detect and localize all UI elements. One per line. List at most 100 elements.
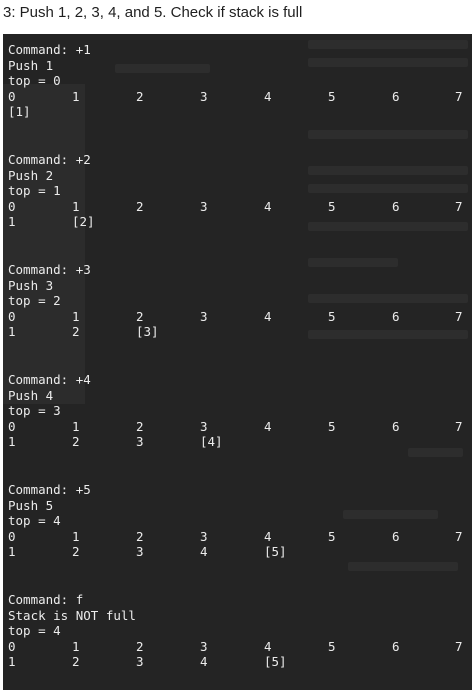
index-row-cell: 4 <box>264 88 272 104</box>
index-row-cell: 7 <box>455 88 463 104</box>
message-line: Push 3 <box>8 277 54 293</box>
stack-values-row-cell: [2] <box>72 214 95 229</box>
stack-values-row-cell: 2 <box>72 654 80 669</box>
stack-values-row-cell: 2 <box>72 324 80 339</box>
index-row-cell: 5 <box>328 198 336 214</box>
index-row-cell: 0 <box>8 308 16 324</box>
message-line: Push 1 <box>8 57 54 73</box>
index-row-cell: 1 <box>72 198 80 214</box>
ghost-text-line <box>308 130 468 139</box>
top-line: top = 4 <box>8 513 61 528</box>
stack-values-row: 1 2 3 4 [5] <box>8 654 472 670</box>
stack-values-row: 1 2 3 4 [5] <box>8 544 472 560</box>
index-row-cell: 6 <box>392 308 400 324</box>
message-line: Push 5 <box>8 497 54 513</box>
index-row-cell: 2 <box>136 418 144 434</box>
index-row-cell: 3 <box>200 418 208 434</box>
index-row-cell: 0 <box>8 198 16 214</box>
top-line: top = 0 <box>8 73 61 88</box>
stack-values-row-cell: 3 <box>136 544 144 559</box>
index-row-cell: 7 <box>455 198 463 214</box>
stack-values-row-cell: 4 <box>200 654 208 669</box>
index-row-cell: 5 <box>328 638 336 654</box>
index-row-cell: 0 <box>8 528 16 544</box>
index-row-cell: 2 <box>136 638 144 654</box>
index-row: 0 1 2 3 4 5 6 7 <box>8 309 472 325</box>
index-row: 0 1 2 3 4 5 6 7 <box>8 529 472 545</box>
index-row-cell: 6 <box>392 418 400 434</box>
stack-values-row: 1 2 [3] <box>8 324 472 340</box>
index-row-cell: 1 <box>72 638 80 654</box>
index-row-cell: 3 <box>200 638 208 654</box>
index-row-cell: 0 <box>8 418 16 434</box>
stack-values-row: [1] <box>8 104 472 120</box>
index-row-cell: 3 <box>200 308 208 324</box>
index-row-cell: 3 <box>200 88 208 104</box>
stack-values-row-cell: [1] <box>8 104 31 119</box>
index-row-cell: 1 <box>72 528 80 544</box>
ghost-sidebar <box>3 84 85 404</box>
command-line: Command: +4 <box>8 372 91 387</box>
index-row-cell: 6 <box>392 198 400 214</box>
stack-values-row-cell: 3 <box>136 434 144 449</box>
console-block: Command: +4 Push 4 top = 3 0 1 2 3 4 5 6 7 1 2 3 [4] <box>8 372 472 450</box>
top-line: top = 3 <box>8 403 61 418</box>
stack-values-row-cell: 1 <box>8 324 16 339</box>
stack-values-row-cell: 1 <box>8 654 16 669</box>
message-line: Push 2 <box>8 167 54 183</box>
console-block: Command: +1 Push 1 top = 0 0 1 2 3 4 5 6 7 [1] <box>8 42 472 120</box>
stack-values-row-cell: 2 <box>72 544 80 559</box>
stack-values-row-cell: [4] <box>200 434 223 449</box>
index-row-cell: 6 <box>392 638 400 654</box>
stack-values-row-cell: [5] <box>264 654 287 669</box>
command-line: Command: +1 <box>8 42 91 57</box>
message-line: Push 4 <box>8 387 54 403</box>
stack-values-row-cell: 1 <box>8 214 16 229</box>
index-row: 0 1 2 3 4 5 6 7 <box>8 639 472 655</box>
message-line: Stack is NOT full <box>8 607 136 623</box>
index-row-cell: 7 <box>455 638 463 654</box>
console-block: Command: f Stack is NOT full top = 4012345… <box>8 592 472 670</box>
top-line: top = 2 <box>8 293 61 308</box>
stack-values-row-cell: 3 <box>136 654 144 669</box>
index-row: 0 1 2 3 4 5 6 7 <box>8 419 472 435</box>
index-row-cell: 2 <box>136 88 144 104</box>
stack-values-row: 1 2 3 [4] <box>8 434 472 450</box>
stack-values-row-cell: 4 <box>200 544 208 559</box>
command-line: Command: +3 <box>8 262 91 277</box>
index-row-cell: 2 <box>136 308 144 324</box>
index-row-cell: 1 <box>72 308 80 324</box>
index-row-cell: 4 <box>264 198 272 214</box>
command-line: Command: f <box>8 592 84 607</box>
console-window[interactable]: Command: +1 Push 1 top = 0 0 1 2 3 4 5 6 7 [1] Comma… <box>3 34 472 690</box>
stack-values-row-cell: [3] <box>136 324 159 339</box>
task-heading: 3: Push 1, 2, 3, 4, and 5. Check if stac… <box>3 4 303 21</box>
top-line: top = 4 <box>8 623 61 638</box>
index-row-cell: 1 <box>72 418 80 434</box>
index-row-cell: 0 <box>8 638 16 654</box>
index-row-cell: 3 <box>200 528 208 544</box>
index-row-cell: 7 <box>455 418 463 434</box>
index-row-cell: 7 <box>455 308 463 324</box>
command-line: Command: +5 <box>8 482 91 497</box>
stack-values-row-cell: [5] <box>264 544 287 559</box>
top-line: top = 1 <box>8 183 61 198</box>
index-row-cell: 4 <box>264 528 272 544</box>
index-row-cell: 6 <box>392 528 400 544</box>
console-block: Command: +5 Push 5 top = 4 0 1 2 3 4 5 6 7 1 2 3 4 [5] <box>8 482 472 560</box>
screenshot-page: 3: Push 1, 2, 3, 4, and 5. Check if stac… <box>0 0 474 692</box>
index-row-cell: 0 <box>8 88 16 104</box>
console-block: Command: +2 Push 2 top = 1 0 1 2 3 4 5 6 7 1 [2] <box>8 152 472 230</box>
index-row-cell: 3 <box>200 198 208 214</box>
stack-values-row-cell: 1 <box>8 434 16 449</box>
index-row-cell: 2 <box>136 528 144 544</box>
index-row-cell: 4 <box>264 638 272 654</box>
index-row-cell: 1 <box>72 88 80 104</box>
index-row-cell: 2 <box>136 198 144 214</box>
index-row-cell: 5 <box>328 308 336 324</box>
index-row-cell: 6 <box>392 88 400 104</box>
ghost-text-line <box>348 562 458 571</box>
index-row-cell: 4 <box>264 418 272 434</box>
stack-values-row: 1 [2] <box>8 214 472 230</box>
index-row-cell: 7 <box>455 528 463 544</box>
